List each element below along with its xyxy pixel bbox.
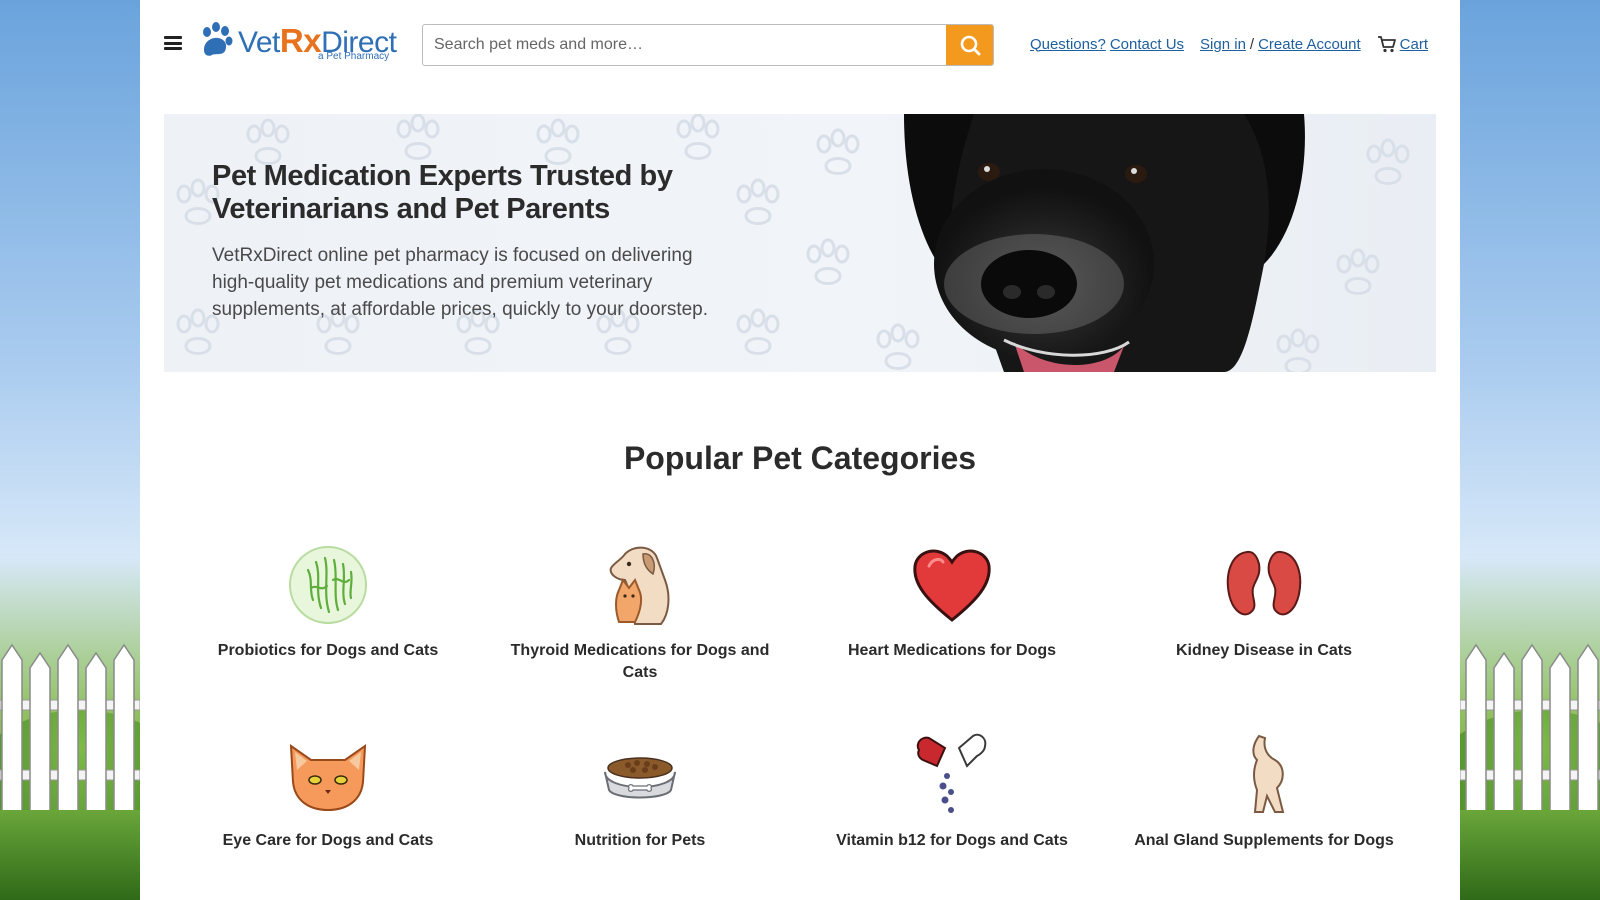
probiotics-icon xyxy=(289,546,367,624)
sign-in-link[interactable]: Sign in xyxy=(1200,36,1246,53)
dog-and-cat-icon xyxy=(609,546,670,625)
popular-categories-heading: Popular Pet Categories xyxy=(623,440,977,476)
hero-description: VetRxDirect online pet pharmacy is focus… xyxy=(212,245,709,320)
black-dog-photo xyxy=(904,114,1305,372)
create-account-link[interactable]: Create Account xyxy=(1258,36,1361,53)
capsule-icon xyxy=(916,733,987,813)
fence-illustration xyxy=(1460,643,1600,830)
cart-link[interactable]: Cart xyxy=(1377,35,1428,53)
fence-illustration xyxy=(0,643,140,830)
category-probiotics[interactable]: Probiotics for Dogs and Cats xyxy=(183,540,473,662)
category-thyroid[interactable]: Thyroid Medications for Dogs and Cats xyxy=(495,540,785,684)
category-label: Vitamin b12 for Dogs and Cats xyxy=(836,832,1068,849)
search-icon xyxy=(960,35,980,56)
search-button[interactable] xyxy=(946,25,993,65)
kidneys-icon xyxy=(1226,550,1302,616)
category-label: Thyroid Medications for Dogs and Cats xyxy=(510,642,770,681)
cart-label: Cart xyxy=(1399,35,1428,53)
menu-icon[interactable] xyxy=(164,36,182,50)
category-kidney-disease[interactable]: Kidney Disease in Cats xyxy=(1119,540,1409,662)
questions-link[interactable]: Questions? xyxy=(1030,36,1106,53)
site-logo[interactable]: VetRxDirect a Pet Pharmacy xyxy=(198,18,408,68)
paw-logo-icon xyxy=(203,22,233,56)
search-bar xyxy=(422,24,994,66)
cart-icon xyxy=(1377,36,1396,53)
logo-tagline: a Pet Pharmacy xyxy=(318,51,390,62)
page-container: VetRxDirect a Pet Pharmacy Questions? Co… xyxy=(140,0,1460,900)
category-nutrition[interactable]: Nutrition for Pets xyxy=(495,730,785,852)
category-label: Probiotics for Dogs and Cats xyxy=(217,642,439,659)
category-anal-gland[interactable]: Anal Gland Supplements for Dogs xyxy=(1119,730,1409,852)
hero-title: Pet Medication Experts Trusted by Veteri… xyxy=(212,160,673,225)
cat-face-icon xyxy=(289,744,367,812)
category-eye-care[interactable]: Eye Care for Dogs and Cats xyxy=(183,730,473,852)
category-vitamin-b12[interactable]: Vitamin b12 for Dogs and Cats xyxy=(807,730,1097,852)
category-heart-medications[interactable]: Heart Medications for Dogs xyxy=(807,540,1097,662)
heart-icon xyxy=(913,549,991,622)
background-scenery-left xyxy=(0,0,140,900)
food-bowl-icon xyxy=(604,757,676,799)
header-links: Questions? Contact Us Sign in / Create A… xyxy=(1030,35,1428,53)
dog-tail-icon xyxy=(1252,734,1285,813)
contact-us-link[interactable]: Contact Us xyxy=(1110,36,1184,53)
category-label: Anal Gland Supplements for Dogs xyxy=(1134,832,1394,849)
category-label: Nutrition for Pets xyxy=(574,832,706,849)
category-label: Kidney Disease in Cats xyxy=(1175,642,1353,659)
search-input[interactable] xyxy=(423,25,947,65)
category-label: Heart Medications for Dogs xyxy=(847,642,1057,659)
link-separator: / xyxy=(1249,35,1255,53)
background-scenery-right xyxy=(1460,0,1600,900)
hero-banner: Pet Medication Experts Trusted by Veteri… xyxy=(164,114,1436,372)
site-header: VetRxDirect a Pet Pharmacy Questions? Co… xyxy=(140,0,1460,90)
category-label: Eye Care for Dogs and Cats xyxy=(222,832,434,849)
